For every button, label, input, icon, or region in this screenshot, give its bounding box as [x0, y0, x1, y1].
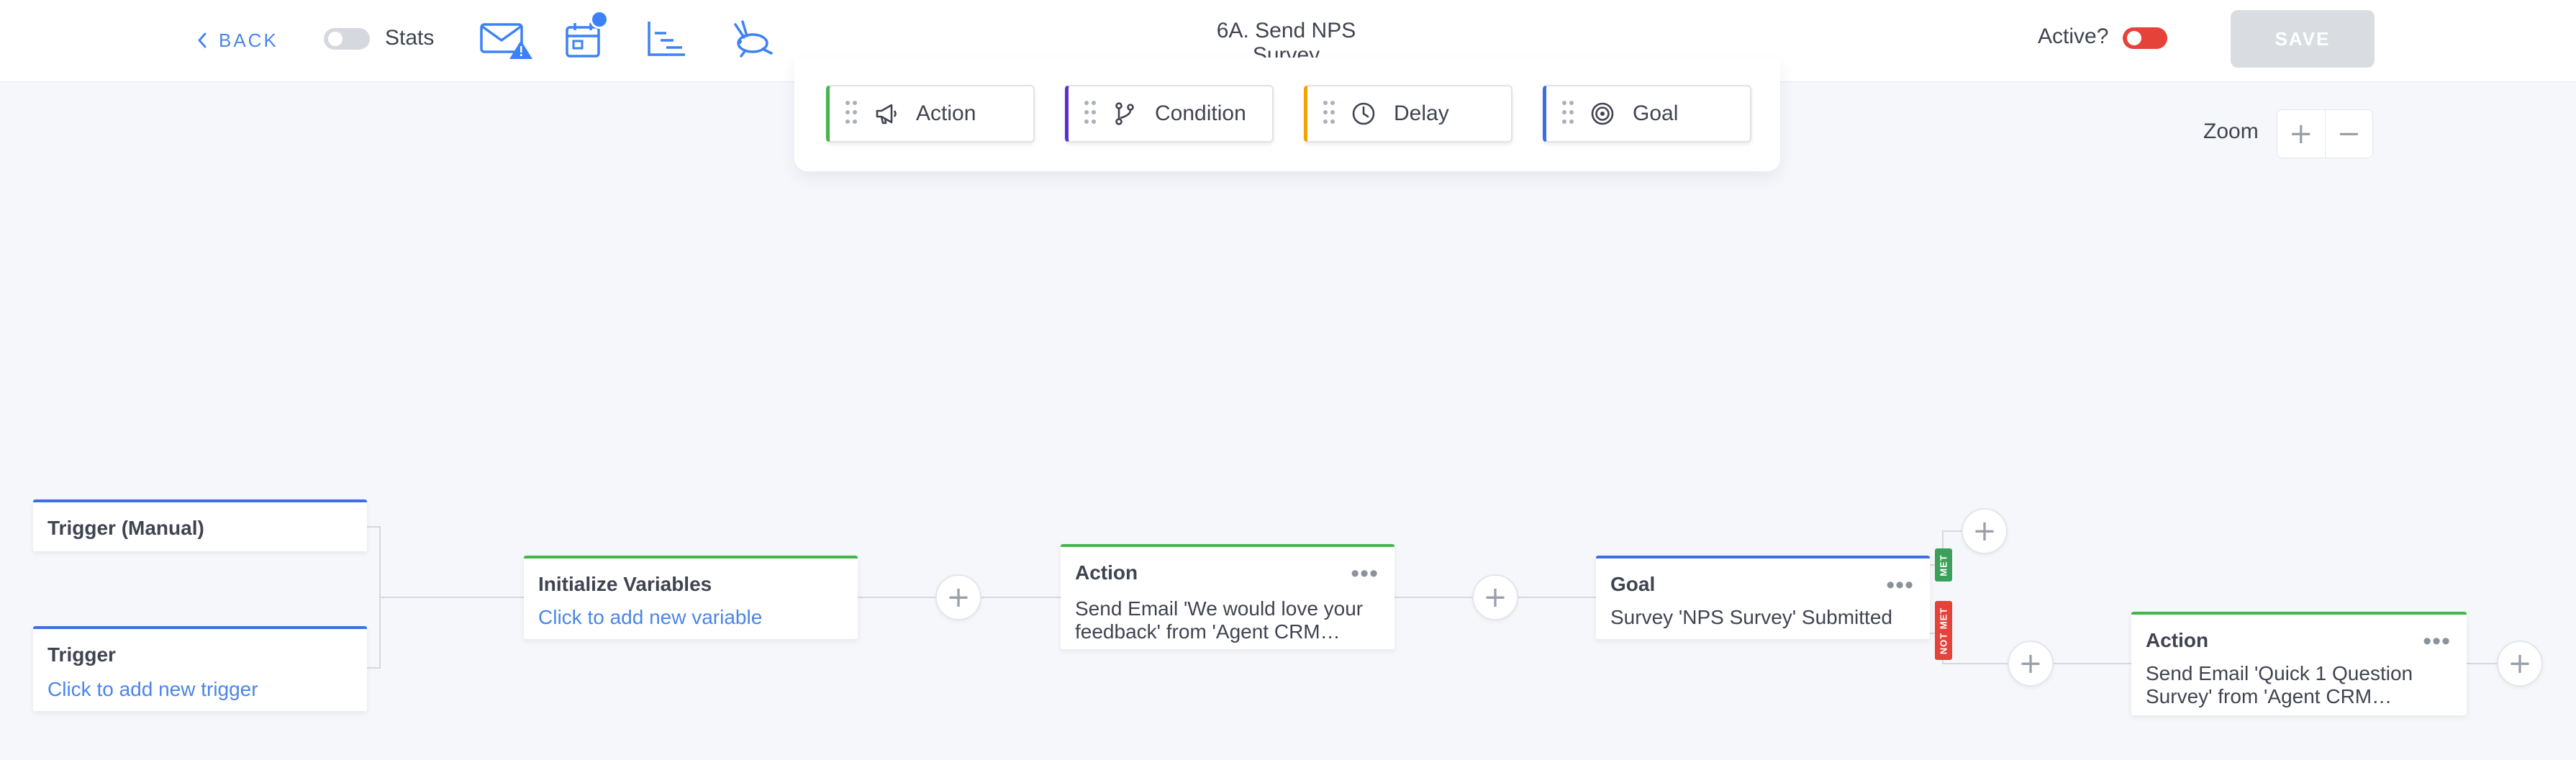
add-step-button[interactable]: + — [2497, 641, 2543, 687]
met-branch-tag: MET — [1935, 548, 1952, 582]
more-options-icon[interactable]: ••• — [1351, 560, 1379, 588]
stats-toggle[interactable] — [324, 28, 370, 50]
stats-label: Stats — [385, 26, 435, 50]
email-warning-icon[interactable] — [479, 17, 537, 60]
active-toggle[interactable] — [2123, 27, 2167, 49]
clock-icon — [1352, 102, 1375, 125]
add-variable-link[interactable]: Click to add new variable — [538, 606, 762, 629]
drag-handle-icon[interactable] — [1323, 101, 1335, 127]
palette-delay-label: Delay — [1394, 101, 1449, 125]
branch-icon — [1115, 102, 1134, 125]
palette-action-label: Action — [916, 101, 976, 125]
back-label: BACK — [219, 29, 278, 51]
more-options-icon[interactable]: ••• — [1886, 571, 1914, 600]
drag-handle-icon[interactable] — [1562, 101, 1574, 127]
node-title: Action — [2146, 629, 2209, 651]
chevron-left-icon — [198, 32, 207, 48]
drag-handle-icon[interactable] — [1084, 101, 1096, 127]
node-description-line2: feedback' from 'Agent CRM… — [1075, 620, 1341, 643]
add-met-step-button[interactable]: + — [1962, 508, 2008, 554]
node-description: Survey 'NPS Survey' Submitted — [1610, 606, 1892, 628]
drag-handle-icon[interactable] — [845, 101, 857, 127]
node-title: Action — [1075, 561, 1138, 584]
node-description-line2: Survey' from 'Agent CRM… — [2146, 685, 2393, 707]
target-icon — [1591, 102, 1614, 125]
add-step-button[interactable]: + — [1472, 574, 1518, 620]
trigger-node[interactable]: Trigger Click to add new trigger — [33, 626, 367, 711]
zoom-label: Zoom — [2203, 119, 2259, 143]
not-met-branch-tag: NOT MET — [1935, 601, 1952, 660]
node-title: Trigger — [47, 643, 116, 666]
back-button[interactable]: BACK — [196, 26, 278, 55]
node-title: Trigger (Manual) — [47, 517, 204, 539]
palette-condition[interactable]: Condition — [1065, 85, 1274, 142]
node-title: Goal — [1610, 573, 1656, 595]
active-label: Active? — [2038, 24, 2109, 48]
rabbit-icon[interactable] — [730, 17, 776, 60]
add-not-met-step-button[interactable]: + — [2008, 641, 2054, 687]
action-node[interactable]: Action ••• Send Email 'Quick 1 Question … — [2131, 612, 2467, 715]
not-met-label: NOT MET — [1938, 607, 1949, 654]
save-button[interactable]: SAVE — [2231, 10, 2375, 68]
zoom-in-button[interactable]: + — [2277, 110, 2325, 158]
zoom-out-button[interactable]: − — [2324, 110, 2373, 158]
megaphone-icon — [876, 104, 897, 125]
goal-node[interactable]: Goal ••• Survey 'NPS Survey' Submitted — [1596, 556, 1930, 639]
add-step-button[interactable]: + — [935, 574, 981, 620]
add-trigger-link[interactable]: Click to add new trigger — [47, 678, 258, 701]
notification-badge — [590, 10, 609, 29]
zoom-controls: + − — [2277, 109, 2373, 158]
node-title: Initialize Variables — [538, 573, 712, 595]
palette-goal-label: Goal — [1633, 101, 1679, 125]
node-palette: Action Condition Delay Goal — [794, 58, 1780, 171]
trigger-manual-node[interactable]: Trigger (Manual) — [33, 499, 367, 551]
palette-goal[interactable]: Goal — [1543, 85, 1751, 142]
palette-delay[interactable]: Delay — [1304, 85, 1513, 142]
action-node[interactable]: Action ••• Send Email 'We would love you… — [1061, 544, 1394, 649]
palette-condition-label: Condition — [1155, 101, 1246, 125]
palette-action[interactable]: Action — [826, 85, 1035, 142]
node-description-line1: Send Email 'Quick 1 Question — [2146, 662, 2413, 684]
met-label: MET — [1938, 553, 1949, 576]
more-options-icon[interactable]: ••• — [2423, 628, 2451, 656]
history-chart-icon[interactable] — [645, 17, 688, 60]
initialize-variables-node[interactable]: Initialize Variables Click to add new va… — [524, 556, 858, 639]
node-description-line1: Send Email 'We would love your — [1075, 597, 1364, 620]
